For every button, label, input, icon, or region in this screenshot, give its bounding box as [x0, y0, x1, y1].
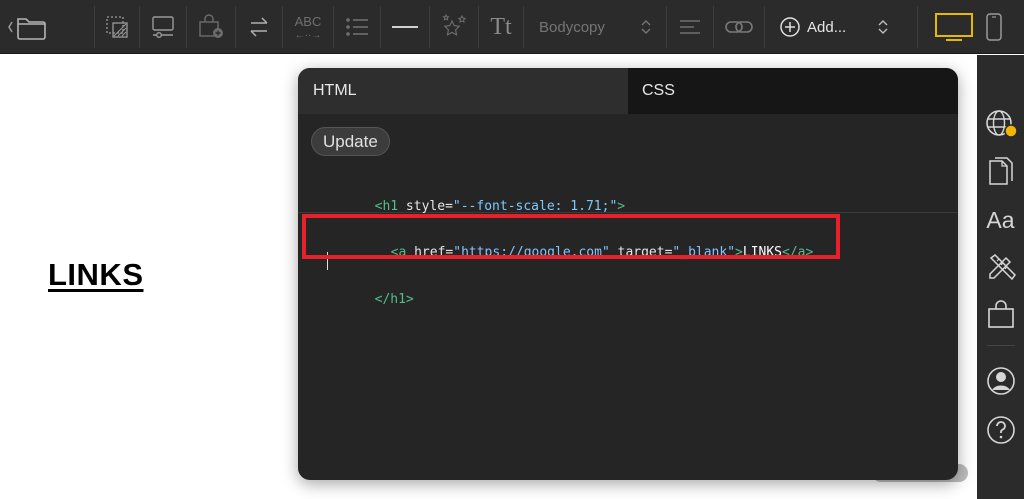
sidebar-item-typography[interactable]: Aa	[977, 200, 1024, 240]
frame-icon	[106, 16, 128, 38]
stars-button[interactable]	[431, 0, 477, 54]
monitor-slider-icon	[152, 16, 174, 39]
list-button[interactable]	[335, 0, 379, 54]
stars-icon	[442, 13, 467, 36]
folder-icon	[8, 18, 46, 40]
paragraph-style-select[interactable]: Bodycopy	[525, 0, 665, 54]
update-button[interactable]: Update	[311, 127, 390, 156]
top-toolbar: ABC ←··→ Tt Bodycopy Add...	[0, 0, 1024, 54]
text-style-button[interactable]: Tt	[480, 0, 522, 54]
mobile-view-button[interactable]	[980, 0, 1008, 54]
desktop-view-button[interactable]	[930, 0, 978, 54]
mobile-phone-icon	[986, 13, 1002, 41]
page-heading-link[interactable]: LINKS	[48, 257, 144, 293]
code-line-3: </h1>	[374, 292, 414, 307]
tab-html[interactable]: HTML	[298, 68, 628, 114]
plus-circle-icon	[780, 17, 800, 37]
add-element-select[interactable]: Add...	[766, 0, 916, 54]
bullet-list-icon	[346, 18, 368, 36]
back-folder-button[interactable]	[4, 0, 52, 54]
horizontal-rule-icon	[392, 26, 418, 28]
letter-spacing-button[interactable]: ABC ←··→	[284, 0, 332, 54]
sidebar-item-site[interactable]	[977, 105, 1024, 145]
link-icon	[725, 21, 753, 33]
paragraph-style-value: Bodycopy	[539, 18, 605, 36]
link-button[interactable]	[715, 0, 763, 54]
frame-button[interactable]	[96, 0, 138, 54]
align-button[interactable]	[668, 0, 712, 54]
bag-plus-icon	[199, 14, 223, 38]
highlight-box	[302, 214, 840, 259]
typography-icon: Aa	[986, 206, 1015, 233]
add-product-button[interactable]	[188, 0, 234, 54]
text-style-icon: Tt	[490, 13, 512, 40]
media-button[interactable]	[141, 0, 185, 54]
sidebar-item-pages[interactable]	[977, 152, 1024, 192]
user-icon	[986, 367, 1015, 395]
abc-label: ABC	[294, 13, 322, 29]
pencil-ruler-icon	[988, 254, 1016, 281]
swap-arrows-icon	[250, 17, 268, 37]
letter-spacing-icon: ←··→	[294, 29, 322, 41]
desktop-monitor-icon	[935, 13, 973, 41]
sidebar-item-help[interactable]	[977, 410, 1024, 450]
swap-button[interactable]	[237, 0, 281, 54]
chevron-up-down-icon	[878, 20, 888, 34]
chevron-up-down-icon	[641, 20, 651, 34]
pages-icon	[988, 157, 1013, 185]
code-editor-panel: HTML CSS Update <h1 style="--font-scale:…	[298, 68, 958, 480]
sidebar-item-commerce[interactable]	[977, 295, 1024, 335]
horizontal-rule-button[interactable]	[382, 0, 428, 54]
shopping-bag-icon	[987, 300, 1014, 328]
sidebar-item-account[interactable]	[977, 361, 1024, 401]
add-label: Add...	[807, 18, 847, 36]
align-left-icon	[680, 20, 700, 34]
app-window: ABC ←··→ Tt Bodycopy Add... LINKS Aa HTM…	[0, 0, 1024, 499]
sidebar-item-design[interactable]	[977, 247, 1024, 287]
editor-tabs: HTML CSS	[298, 68, 958, 114]
tab-css[interactable]: CSS	[628, 68, 958, 114]
help-icon	[986, 416, 1015, 444]
globe-icon	[985, 110, 1018, 138]
right-sidebar: Aa	[977, 55, 1024, 499]
